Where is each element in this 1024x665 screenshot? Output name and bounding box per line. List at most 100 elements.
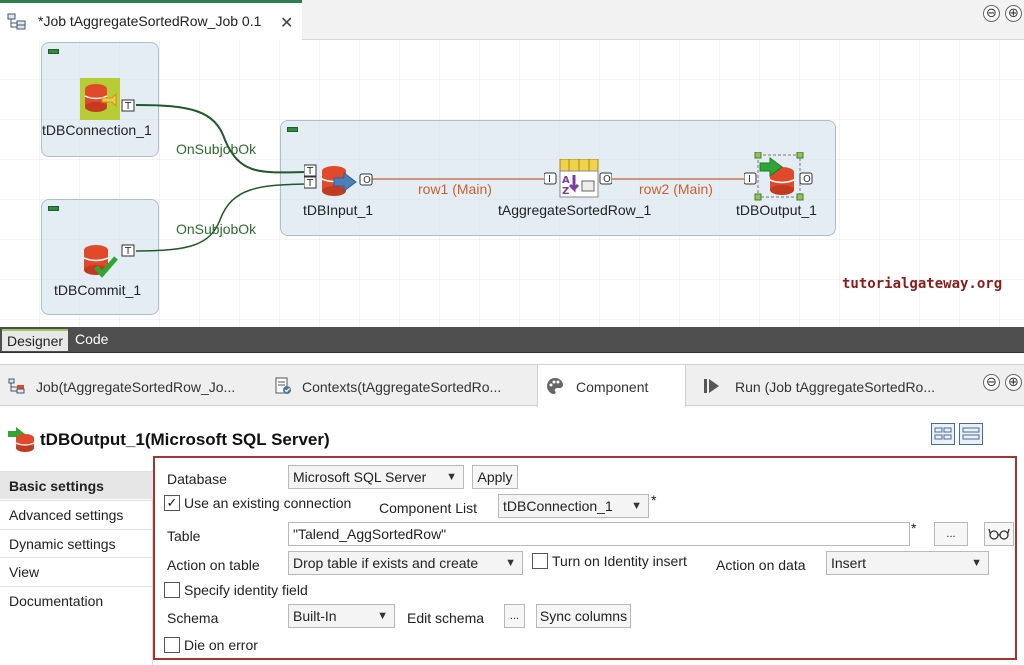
job-icon <box>8 378 25 394</box>
db-commit-icon[interactable]: T <box>80 243 136 281</box>
apply-button[interactable]: Apply <box>472 465 518 489</box>
view-tab-bar: Designer Code <box>0 327 1024 353</box>
edit-schema-button[interactable]: ... <box>504 604 525 628</box>
action-on-data-label: Action on data <box>716 557 806 573</box>
tab-job[interactable]: Job(tAggregateSortedRow_Jo... <box>8 365 258 407</box>
tab-contexts[interactable]: Contexts(tAggregateSortedRo... <box>274 365 524 407</box>
component-label: tDBInput_1 <box>303 202 374 218</box>
chevron-down-icon: ▼ <box>971 557 982 569</box>
component-title: tDBOutput_1(Microsoft SQL Server) <box>40 430 330 449</box>
tab-label: Contexts(tAggregateSortedRo... <box>302 379 502 395</box>
onsubjobok-link-1 <box>135 104 307 174</box>
sidebar-item-dynamic-settings[interactable]: Dynamic settings <box>0 529 153 557</box>
component-label: tDBConnection_1 <box>42 122 152 138</box>
job-tab-title: *Job tAggregateSortedRow_Job 0.1 <box>38 13 262 29</box>
link-label: row1 (Main) <box>418 181 492 197</box>
chevron-down-icon: ▼ <box>377 610 388 622</box>
db-input-icon[interactable]: T T O <box>304 164 374 200</box>
required-marker: * <box>651 492 657 508</box>
tab-code[interactable]: Code <box>70 329 113 351</box>
svg-text:T: T <box>306 178 314 189</box>
maximize-icon[interactable]: ⊕ <box>1005 5 1022 22</box>
svg-text:O: O <box>363 175 371 186</box>
designer-canvas[interactable]: T tDBConnection_1 T tDBCommit_1 OnSubjob… <box>0 40 1024 327</box>
close-tab-icon[interactable]: ✕ <box>280 13 293 33</box>
sidebar-item-view[interactable]: View <box>0 557 153 585</box>
action-on-data-select[interactable]: Insert ▼ <box>826 551 989 575</box>
use-existing-connection-label: Use an existing connection <box>184 495 352 511</box>
component-label: tDBCommit_1 <box>54 282 142 298</box>
db-output-icon[interactable]: I O <box>744 152 816 202</box>
browse-table-button[interactable]: ... <box>934 522 968 546</box>
use-existing-connection-checkbox[interactable]: ✓ <box>164 495 180 511</box>
tab-designer[interactable]: Designer <box>2 329 69 351</box>
contexts-icon <box>275 377 291 394</box>
component-label: tDBOutput_1 <box>736 202 817 218</box>
onsubjobok-link-2 <box>135 183 307 252</box>
properties-tab-bar: Job(tAggregateSortedRow_Jo... Contexts(t… <box>0 364 1024 407</box>
run-icon <box>704 379 719 393</box>
link-label: OnSubjobOk <box>176 221 257 237</box>
required-marker: * <box>911 520 917 536</box>
action-on-table-select[interactable]: Drop table if exists and create ▼ <box>288 551 523 575</box>
maximize-icon[interactable]: ⊕ <box>1005 374 1022 391</box>
schema-select-value: Built-In <box>293 608 337 624</box>
chevron-down-icon: ▼ <box>446 471 457 483</box>
svg-text:T: T <box>124 101 132 112</box>
schema-label: Schema <box>167 610 219 626</box>
db-output-icon <box>8 427 35 452</box>
link-label: row2 (Main) <box>639 181 713 197</box>
link-label: OnSubjobOk <box>176 141 257 157</box>
identity-insert-checkbox[interactable] <box>532 553 548 569</box>
edit-schema-label: Edit schema <box>407 610 485 626</box>
sidebar-item-advanced-settings[interactable]: Advanced settings <box>0 500 153 528</box>
component-label: tAggregateSortedRow_1 <box>498 202 652 218</box>
job-icon <box>7 13 26 30</box>
svg-text:A: A <box>562 175 570 186</box>
layout-grid-icon[interactable] <box>931 423 955 445</box>
tab-label: Component <box>576 379 649 395</box>
table-input[interactable]: "Talend_AggSortedRow" <box>288 522 910 546</box>
svg-text:Z: Z <box>562 186 569 197</box>
svg-text:O: O <box>803 174 811 185</box>
basic-settings-panel: Database Microsoft SQL Server ▼ Apply ✓ U… <box>153 456 1017 660</box>
tab-label: Run (Job tAggregateSortedRo... <box>735 379 936 395</box>
aggregate-icon[interactable]: I A Z O <box>544 159 612 199</box>
identity-insert-label: Turn on Identity insert <box>552 553 687 569</box>
layout-list-icon[interactable] <box>959 423 983 445</box>
action-on-table-label: Action on table <box>167 557 260 573</box>
watermark-text: tutorialgateway.org <box>842 276 1003 292</box>
database-select-value: Microsoft SQL Server <box>293 469 427 485</box>
palette-icon <box>547 378 563 394</box>
chevron-down-icon: ▼ <box>631 500 642 512</box>
glasses-icon <box>988 528 1010 540</box>
schema-select[interactable]: Built-In ▼ <box>288 604 395 628</box>
table-label: Table <box>167 528 201 544</box>
settings-sidebar: Basic settings Advanced settings Dynamic… <box>0 470 153 665</box>
tab-component[interactable]: Component <box>537 365 686 407</box>
die-on-error-label: Die on error <box>184 637 258 653</box>
svg-text:O: O <box>603 174 611 185</box>
minimize-icon[interactable]: ⊖ <box>983 5 1000 22</box>
action-on-data-value: Insert <box>831 555 867 571</box>
tab-run[interactable]: Run (Job tAggregateSortedRo... <box>703 365 953 407</box>
specify-identity-checkbox[interactable] <box>164 582 180 598</box>
die-on-error-checkbox[interactable] <box>164 637 180 653</box>
component-list-value: tDBConnection_1 <box>503 498 613 514</box>
chevron-down-icon: ▼ <box>505 557 516 569</box>
tab-label: Job(tAggregateSortedRow_Jo... <box>36 379 236 395</box>
editor-tab-bar: *Job tAggregateSortedRow_Job 0.1 ✕ ⊖ ⊕ <box>0 0 1024 40</box>
component-list-select[interactable]: tDBConnection_1 ▼ <box>498 494 649 518</box>
sync-columns-button[interactable]: Sync columns <box>536 604 631 628</box>
db-connection-icon[interactable]: T <box>80 78 136 122</box>
svg-text:I: I <box>748 174 751 185</box>
database-label: Database <box>167 471 227 487</box>
database-select[interactable]: Microsoft SQL Server ▼ <box>288 465 464 489</box>
job-editor-tab[interactable]: *Job tAggregateSortedRow_Job 0.1 ✕ <box>0 0 302 40</box>
component-list-label: Component List <box>379 500 478 516</box>
guess-glasses-button[interactable] <box>984 522 1014 546</box>
minimize-icon[interactable]: ⊖ <box>983 374 1000 391</box>
svg-text:T: T <box>124 246 132 257</box>
sidebar-item-documentation[interactable]: Documentation <box>0 586 153 614</box>
sidebar-item-basic-settings[interactable]: Basic settings <box>0 471 153 499</box>
